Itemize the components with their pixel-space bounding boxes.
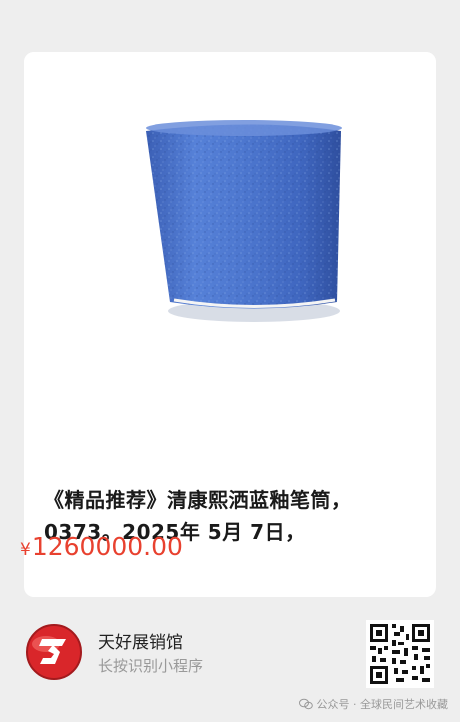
product-card[interactable]: 《精品推荐》清康熙洒蓝釉笔筒，0373。2025年 5月 7日， [24, 52, 436, 597]
shop-name[interactable]: 天好展销馆 [98, 628, 183, 653]
price-value: 1260000.00 [31, 532, 183, 561]
currency-symbol: ¥ [20, 540, 31, 560]
product-price: ¥1260000.00 [20, 532, 183, 561]
shop-logo-icon[interactable] [24, 622, 84, 682]
watermark: 公众号 · 全球民间艺术收藏 [298, 696, 449, 712]
product-image[interactable] [24, 52, 436, 432]
wechat-official-account-icon [298, 698, 313, 710]
scan-hint: 长按识别小程序 [98, 657, 204, 675]
watermark-text: 公众号 · 全球民间艺术收藏 [316, 698, 449, 711]
brush-pot-illustration [146, 120, 342, 322]
qr-code-icon[interactable] [366, 620, 434, 688]
